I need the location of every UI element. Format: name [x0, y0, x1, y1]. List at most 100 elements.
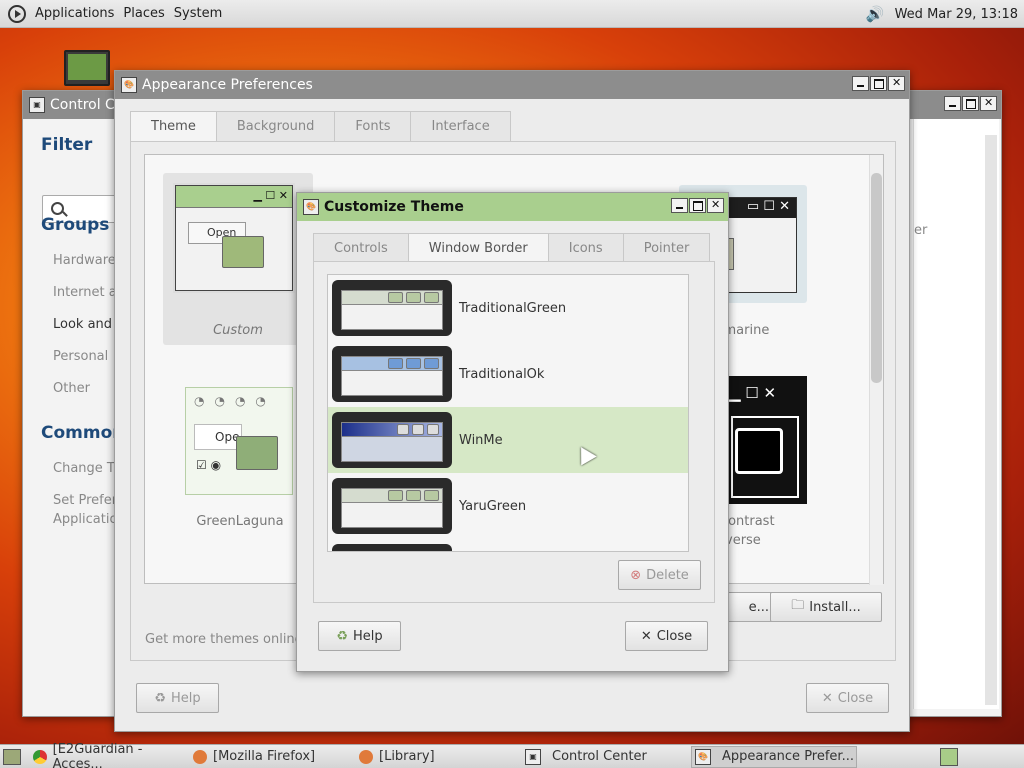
- list-item[interactable]: TraditionalGreen: [328, 275, 688, 341]
- taskbar-item-appearance[interactable]: 🎨 Appearance Prefer...: [691, 745, 857, 768]
- theme-name-inverse: verse: [725, 533, 761, 548]
- tab-window-border[interactable]: Window Border: [407, 233, 549, 263]
- chrome-icon: [33, 749, 47, 764]
- window-border-panel: TraditionalGreen TraditionalOk WinMe Yar…: [313, 261, 715, 603]
- appearance-title: Appearance Preferences: [142, 77, 313, 93]
- get-more-themes-link[interactable]: Get more themes online: [145, 632, 303, 647]
- maximize-button[interactable]: [962, 96, 979, 111]
- show-desktop-icon[interactable]: [3, 748, 21, 765]
- top-panel: Applications Places System 🔊 Wed Mar 29,…: [0, 0, 1024, 28]
- taskbar: [E2Guardian - Acces... [Mozilla Firefox]…: [0, 742, 1024, 768]
- common-change-theme[interactable]: Change Th: [53, 461, 123, 476]
- control-center-scrollbar[interactable]: [985, 135, 997, 705]
- list-item-label: TraditionalOk: [459, 366, 545, 382]
- help-button[interactable]: ♻ Help: [136, 683, 219, 713]
- tab-interface[interactable]: Interface: [410, 111, 511, 141]
- clock[interactable]: Wed Mar 29, 13:18: [895, 7, 1018, 22]
- control-center-title: Control Ce: [50, 97, 124, 113]
- delete-icon: ⊗: [630, 567, 642, 583]
- theme-grid-scrollbar[interactable]: [869, 155, 883, 585]
- winme-preview: [332, 412, 452, 468]
- control-center-icon: ▣: [525, 748, 541, 765]
- maximize-button[interactable]: [870, 76, 887, 91]
- control-center-app-icon: ▣: [29, 97, 45, 113]
- list-item-selected[interactable]: WinMe: [328, 407, 688, 473]
- taskbar-item-control-center[interactable]: ▣ Control Center: [525, 748, 691, 765]
- theme-name-greenlaguna: GreenLaguna: [196, 514, 284, 529]
- close-button[interactable]: [888, 76, 905, 91]
- yarugreen-preview: [332, 478, 452, 534]
- theme-name-custom: Custom: [213, 323, 263, 338]
- list-item-label: TraditionalGreen: [459, 300, 567, 316]
- menu-places[interactable]: Places: [123, 6, 164, 21]
- help-icon: ♻: [154, 690, 166, 706]
- list-item-label: YaruGreen: [459, 498, 527, 514]
- traditionalgreen-preview: [332, 280, 452, 336]
- maximize-button[interactable]: [689, 198, 706, 213]
- taskbar-item-library[interactable]: [Library]: [359, 749, 525, 764]
- install-label: Install...: [809, 599, 861, 615]
- folder-icon: [222, 236, 264, 268]
- theme-thumb-greenlaguna[interactable]: ◔◔◔◔ Ope ☑ ◉: [185, 387, 293, 495]
- minimize-button[interactable]: [944, 96, 961, 111]
- content-fragment: er: [914, 223, 928, 238]
- folder-icon: [735, 428, 783, 474]
- menu-system[interactable]: System: [174, 6, 222, 21]
- mint-logo-icon[interactable]: [8, 4, 26, 23]
- list-item[interactable]: YaruGreen: [328, 473, 688, 539]
- group-look-and-feel[interactable]: Look and I: [53, 317, 120, 332]
- common-heading: Common: [41, 423, 125, 443]
- minimize-button[interactable]: [671, 198, 688, 213]
- appearance-app-icon: 🎨: [121, 77, 137, 93]
- taskbar-item-e2guardian[interactable]: [E2Guardian - Acces...: [33, 742, 193, 768]
- tab-controls[interactable]: Controls: [313, 233, 409, 263]
- minimize-button[interactable]: [852, 76, 869, 91]
- group-internet[interactable]: Internet a: [53, 285, 117, 300]
- tab-pointer[interactable]: Pointer: [622, 233, 711, 263]
- filter-heading: Filter: [41, 135, 93, 155]
- close-dialog-button[interactable]: ✕ Close: [625, 621, 708, 651]
- tab-theme[interactable]: Theme: [130, 111, 217, 141]
- customize-title: Customize Theme: [324, 199, 464, 215]
- install-button[interactable]: 🗀 Install...: [770, 592, 882, 622]
- help-label: Help: [171, 690, 201, 706]
- theme-thumb-custom[interactable]: ▁ ☐ ✕ Open: [163, 173, 313, 345]
- common-set-preferred[interactable]: Set Prefer: [53, 493, 117, 508]
- folder-icon: [236, 436, 278, 470]
- close-label: Close: [656, 628, 693, 644]
- tab-background[interactable]: Background: [215, 111, 336, 141]
- customize-titlebar[interactable]: 🎨 Customize Theme: [297, 193, 728, 221]
- appearance-titlebar[interactable]: 🎨 Appearance Preferences: [115, 71, 909, 99]
- volume-icon[interactable]: 🔊: [866, 5, 885, 23]
- tab-fonts[interactable]: Fonts: [334, 111, 412, 141]
- close-button[interactable]: [707, 198, 724, 213]
- close-icon: ✕: [640, 628, 652, 644]
- traditionalok-preview: [332, 346, 452, 402]
- menu-applications[interactable]: Applications: [35, 6, 114, 21]
- list-item-partial[interactable]: [328, 539, 688, 551]
- group-other[interactable]: Other: [53, 381, 90, 396]
- list-item-label: WinMe: [459, 432, 503, 448]
- group-hardware[interactable]: Hardware: [53, 253, 116, 268]
- computer-desktop-icon[interactable]: [64, 50, 110, 86]
- theme-thumb-contrast-inverse[interactable]: ▁ ☐ ✕: [727, 376, 807, 504]
- folder-icon: 🗀: [791, 598, 805, 613]
- tab-icons[interactable]: Icons: [547, 233, 624, 263]
- customize-app-icon: 🎨: [303, 199, 319, 215]
- list-item[interactable]: TraditionalOk: [328, 341, 688, 407]
- customize-theme-dialog: 🎨 Customize Theme Controls Window Border…: [296, 192, 729, 672]
- help-icon: ♻: [336, 628, 348, 644]
- group-personal[interactable]: Personal: [53, 349, 108, 364]
- delete-label: Delete: [646, 567, 689, 583]
- appearance-icon: 🎨: [695, 748, 711, 765]
- workspace-switcher[interactable]: [940, 747, 958, 766]
- common-applications[interactable]: Applicatio: [53, 512, 117, 527]
- taskbar-item-firefox[interactable]: [Mozilla Firefox]: [193, 749, 359, 764]
- delete-button[interactable]: ⊗ Delete: [618, 560, 701, 590]
- help-label: Help: [353, 628, 383, 644]
- close-icon: ✕: [821, 690, 833, 706]
- close-window-button[interactable]: ✕ Close: [806, 683, 889, 713]
- help-button[interactable]: ♻ Help: [318, 621, 401, 651]
- close-button[interactable]: [980, 96, 997, 111]
- window-border-list[interactable]: TraditionalGreen TraditionalOk WinMe Yar…: [327, 274, 689, 552]
